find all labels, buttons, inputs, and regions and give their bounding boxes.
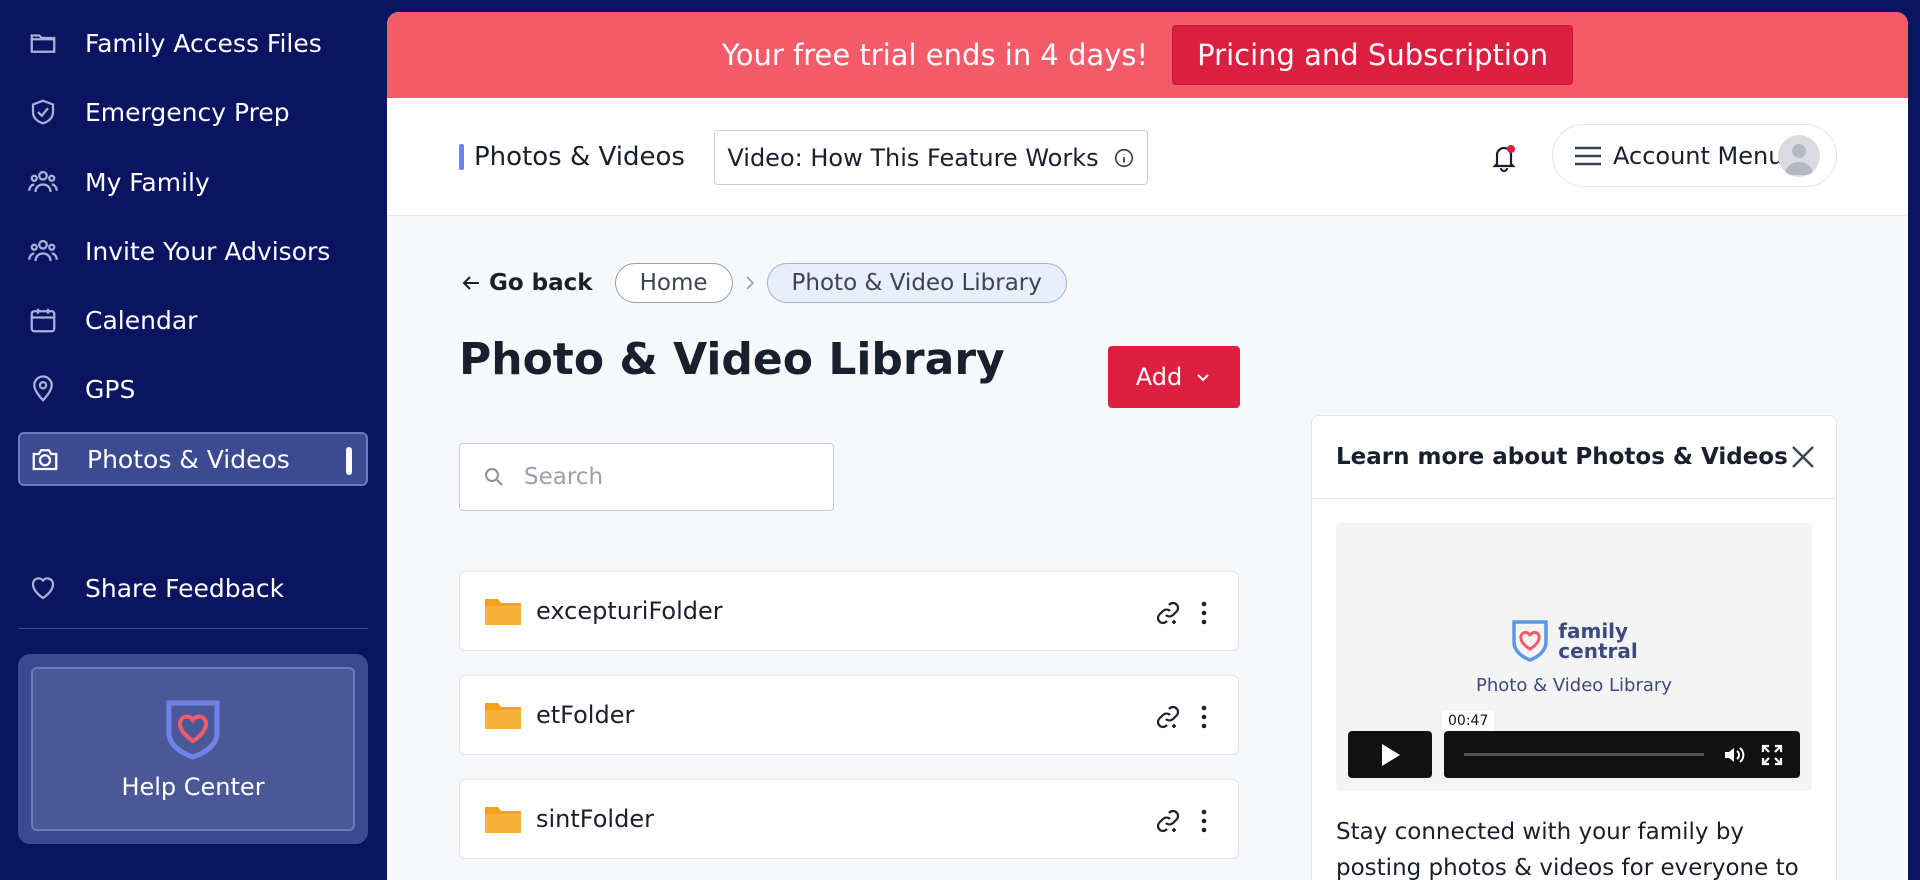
active-indicator [346,447,352,475]
share-link-icon[interactable] [1154,599,1182,627]
sidebar-item-label: Emergency Prep [85,97,290,127]
sidebar-item-photos-videos[interactable]: Photos & Videos [18,432,368,486]
folder-icon [485,703,521,729]
folder-name: excepturiFolder [536,597,723,625]
sidebar-item-label: Share Feedback [85,573,285,603]
close-icon[interactable] [1788,442,1818,472]
video-time-tooltip: 00:47 [1442,711,1495,731]
folder-icon [28,28,58,58]
search-input[interactable] [524,464,804,490]
folder-name: sintFolder [536,805,654,833]
sidebar-item-gps[interactable]: GPS [18,362,368,416]
go-back-label: Go back [489,270,593,296]
feature-video[interactable]: family central Photo & Video Library 00:4… [1336,523,1812,791]
avatar [1778,135,1820,177]
location-pin-icon [28,374,58,404]
brand-line-2: central [1558,639,1638,663]
progress-track[interactable] [1464,753,1704,756]
sidebar-item-label: Invite Your Advisors [85,236,331,266]
notification-bell-icon[interactable] [1487,140,1521,174]
help-center-label: Help Center [121,773,265,801]
sidebar-item-invite-advisors[interactable]: Invite Your Advisors [18,224,368,278]
help-center-card: Help Center [18,654,368,844]
family-icon [28,167,58,197]
sidebar-item-label: My Family [85,167,210,197]
learn-more-description: Stay connected with your family by posti… [1336,819,1799,880]
heart-shield-icon [166,700,220,760]
folder-row[interactable]: etFolder [459,675,1239,755]
sidebar-divider [18,628,368,629]
sidebar-item-my-family[interactable]: My Family [18,155,368,209]
video-timeline[interactable] [1444,731,1800,778]
share-link-icon[interactable] [1154,807,1182,835]
learn-more-panel: Learn more about Photos & Videos family c… [1311,415,1837,880]
fullscreen-icon[interactable] [1760,743,1784,767]
people-icon [28,236,58,266]
family-central-logo: family central [1336,619,1812,663]
shield-icon [28,97,58,127]
learn-more-title: Learn more about Photos & Videos [1312,416,1836,499]
breadcrumb: Go back Home Photo & Video Library [459,263,1067,303]
main-area: Your free trial ends in 4 days! Pricing … [387,12,1908,880]
sidebar-item-share-feedback[interactable]: Share Feedback [18,561,368,615]
share-link-icon[interactable] [1154,703,1182,731]
folder-row[interactable]: sintFolder [459,779,1239,859]
play-icon [1382,743,1400,766]
search-box [459,443,834,511]
chevron-right-icon [745,276,754,290]
sidebar-item-label: Photos & Videos [87,444,290,474]
help-center-button[interactable]: Help Center [31,667,355,831]
folder-icon [485,807,521,833]
title-accent [459,144,464,170]
folder-name: etFolder [536,701,635,729]
how-it-works-video-button[interactable]: Video: How This Feature Works [714,130,1148,185]
arrow-left-icon [462,276,479,290]
sidebar-item-family-access-files[interactable]: Family Access Files [18,16,368,70]
calendar-icon [28,305,58,335]
page-header: Photos & Videos Video: How This Feature … [387,98,1908,216]
sidebar-item-label: GPS [85,374,136,404]
folder-row[interactable]: excepturiFolder [459,571,1239,651]
add-button[interactable]: Add [1108,346,1240,408]
video-button-label: Video: How This Feature Works [727,143,1099,172]
search-icon [485,468,503,486]
header-title: Photos & Videos [459,142,685,172]
breadcrumb-current[interactable]: Photo & Video Library [766,263,1067,303]
pricing-button[interactable]: Pricing and Subscription [1172,25,1574,85]
sidebar-item-label: Calendar [85,305,198,335]
chevron-down-icon [1197,374,1209,382]
play-button[interactable] [1348,731,1432,778]
more-options-icon[interactable] [1200,599,1208,627]
hamburger-icon [1575,146,1601,165]
page-title: Photos & Videos [474,142,685,172]
heart-icon [28,573,58,603]
more-options-icon[interactable] [1200,703,1208,731]
library-title: Photo & Video Library [459,334,1005,385]
sidebar-item-calendar[interactable]: Calendar [18,293,368,347]
add-button-label: Add [1135,363,1183,391]
heart-shield-icon [1512,620,1549,662]
brand-line-1: family [1558,619,1629,643]
account-menu-button[interactable]: Account Menu [1552,124,1837,187]
go-back-link[interactable]: Go back [459,270,593,296]
sidebar: Family Access Files Emergency Prep My Fa… [0,0,387,880]
trial-text: Your free trial ends in 4 days! [721,38,1149,72]
sidebar-item-label: Family Access Files [85,28,322,58]
folder-icon [485,599,521,625]
sidebar-item-emergency-prep[interactable]: Emergency Prep [18,85,368,139]
trial-banner: Your free trial ends in 4 days! Pricing … [387,12,1908,98]
video-subtitle: Photo & Video Library [1476,675,1672,696]
account-menu-label: Account Menu [1613,141,1784,170]
more-options-icon[interactable] [1200,807,1208,835]
info-icon [1114,148,1133,167]
breadcrumb-home[interactable]: Home [614,263,733,303]
volume-icon[interactable] [1722,743,1746,767]
camera-icon [30,444,60,474]
